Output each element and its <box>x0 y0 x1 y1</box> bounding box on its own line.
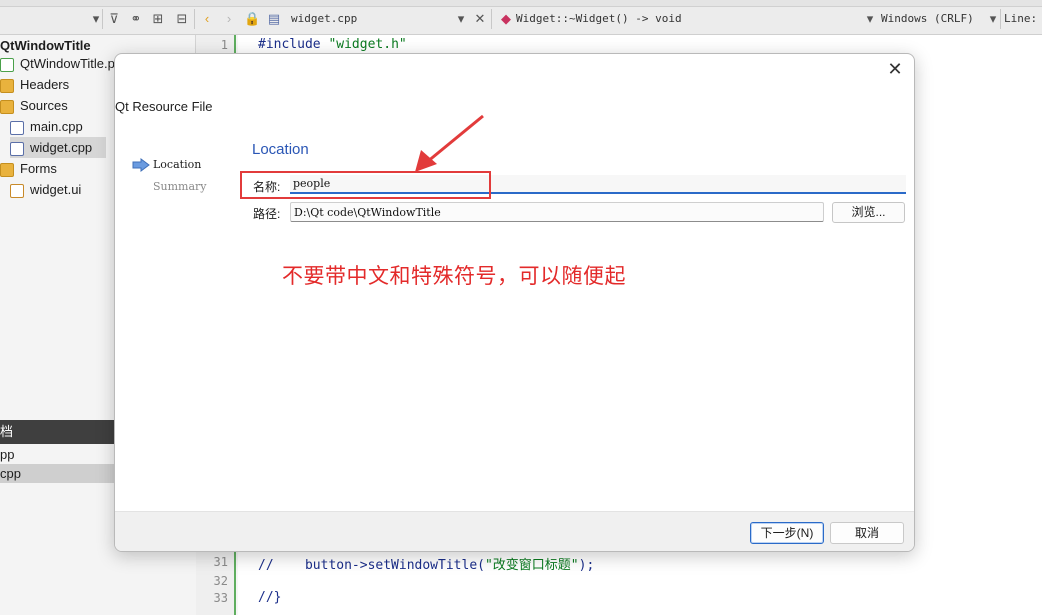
wizard-step-summary: Summary <box>153 180 207 193</box>
line-ending-dropdown-icon[interactable]: ▾ <box>985 11 1001 27</box>
file-tab-label[interactable]: widget.cpp <box>291 10 357 28</box>
code-text: #include <box>258 37 329 52</box>
dialog-title: Qt Resource File <box>115 99 213 114</box>
folder-icon <box>0 78 14 93</box>
back-icon[interactable]: ‹ <box>199 11 215 27</box>
path-label: 路径: <box>253 207 281 221</box>
tree-item-label: Headers <box>20 77 70 92</box>
toolbar-separator <box>102 9 103 29</box>
code-string: "改变窗口标题" <box>484 558 579 573</box>
folder-icon <box>0 162 14 177</box>
next-button[interactable]: 下一步(N) <box>750 522 824 544</box>
browse-button[interactable]: 浏览... <box>832 202 905 223</box>
cpp-file-icon <box>10 141 24 156</box>
tree-item-label: widget.cpp <box>30 140 93 155</box>
line-number: 1 <box>220 38 228 52</box>
split-add-icon[interactable]: ⊞ <box>150 11 166 27</box>
lock-icon: 🔒 <box>244 11 261 26</box>
link-icon[interactable]: ⚭ <box>128 11 144 27</box>
toolbar-separator <box>491 9 492 29</box>
line-ending-select[interactable]: Windows (CRLF) <box>881 10 974 28</box>
close-panel-icon[interactable]: ⊟ <box>174 11 190 27</box>
annotation-text: 不要带中文和特殊符号，可以随便起 <box>282 264 626 288</box>
code-line: #include "widget.h" <box>258 37 407 52</box>
new-file-dialog: ✕ Qt Resource File Location Summary Loca… <box>114 53 915 552</box>
toolbar-separator <box>194 9 195 29</box>
tree-item-label: QtWindowTitle.pr <box>20 56 120 71</box>
dialog-footer: 下一步(N) 取消 <box>115 511 914 551</box>
code-text: // button->setWindowTitle( <box>258 558 485 573</box>
code-tail: ); <box>578 558 595 573</box>
path-input[interactable] <box>290 202 824 222</box>
filter-icon[interactable]: ⊽ <box>106 11 122 27</box>
function-dropdown-icon[interactable]: ▾ <box>862 11 878 27</box>
file-dropdown-icon[interactable]: ▾ <box>453 11 469 27</box>
qt-project-file-icon <box>0 57 14 72</box>
code-line: // button->setWindowTitle("改变窗口标题"); <box>258 554 594 573</box>
project-name: QtWindowTitle <box>0 38 91 53</box>
close-file-icon[interactable]: ✕ <box>472 11 488 27</box>
tree-item-label: Forms <box>20 161 57 176</box>
cpp-file-icon <box>10 120 24 135</box>
code-text: //} <box>258 590 282 605</box>
line-number: 31 <box>213 555 228 569</box>
line-number: 33 <box>213 591 228 605</box>
annotation-highlight-box <box>240 171 491 199</box>
annotation-arrow-icon <box>415 114 484 172</box>
tree-item-label: main.cpp <box>30 119 83 134</box>
line-label: Line: <box>1004 12 1038 25</box>
function-crumb[interactable]: Widget::~Widget() -> void <box>516 10 682 28</box>
code-string: "widget.h" <box>328 37 407 52</box>
tree-item-label: widget.ui <box>30 182 82 197</box>
cancel-button[interactable]: 取消 <box>830 522 904 544</box>
line-number: 32 <box>213 574 228 588</box>
cpp-file-icon: ▤ <box>267 11 281 26</box>
code-line: //} <box>258 590 281 605</box>
forward-icon[interactable]: › <box>221 11 237 27</box>
current-step-arrow-icon <box>132 158 150 172</box>
function-icon: ◆ <box>501 11 511 26</box>
wizard-step-location: Location <box>153 158 202 171</box>
tree-item-label: Sources <box>20 98 68 113</box>
folder-icon <box>0 99 14 114</box>
close-icon[interactable]: ✕ <box>884 58 906 80</box>
tree-item-widget-cpp[interactable]: widget.cpp <box>10 137 106 158</box>
ui-file-icon <box>10 183 24 198</box>
toolbar-separator <box>1000 9 1001 29</box>
editor-toolbar: ▾ ⊽ ⚭ ⊞ ⊟ ‹ › 🔒 ▤ widget.cpp ▾ ✕ ◆ Widge… <box>0 0 1042 35</box>
section-title: Location <box>252 141 309 158</box>
menu-strip-clipped <box>0 0 1042 7</box>
